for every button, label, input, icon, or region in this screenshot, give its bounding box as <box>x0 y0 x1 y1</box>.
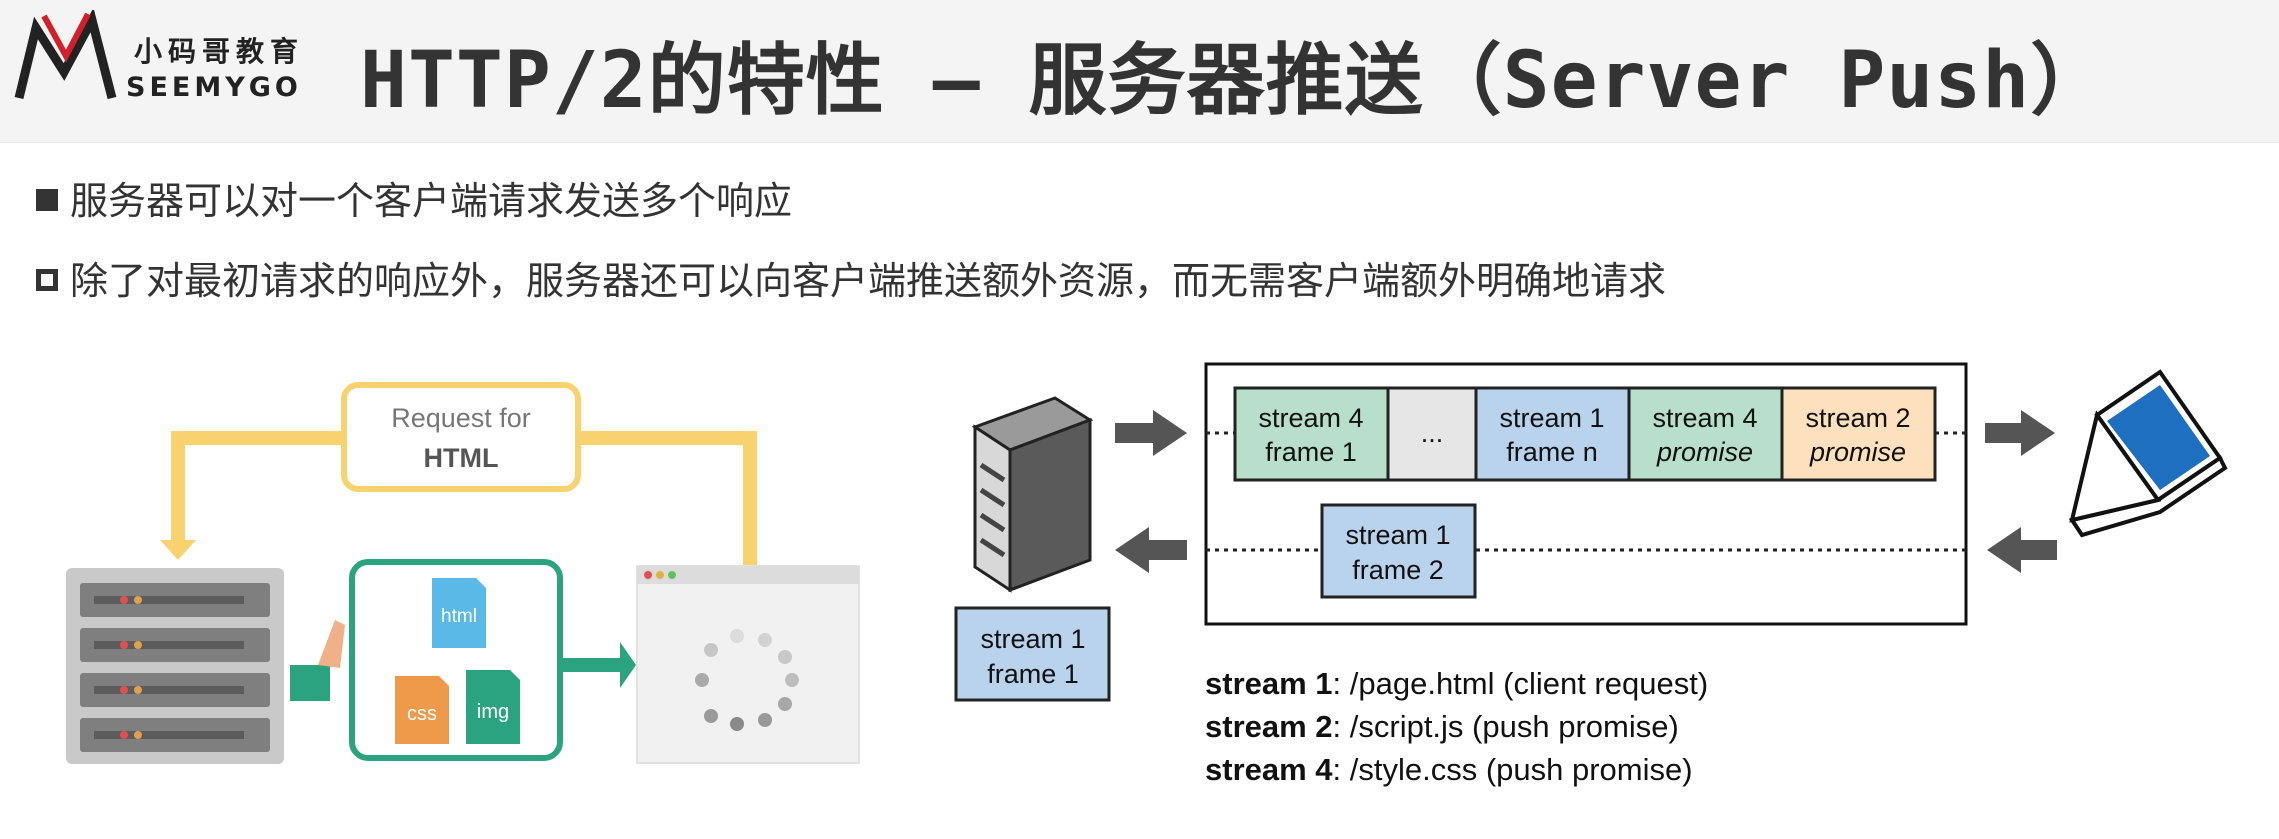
legend-label: stream 4 <box>1205 752 1333 787</box>
server-tower-icon <box>971 396 1094 593</box>
legend-desc: : /page.html (client request) <box>1332 666 1709 701</box>
legend-label: stream 1 <box>1205 666 1333 701</box>
right-diagram: stream 1 frame 1 stream 4 frame 1 ... st… <box>954 362 2228 702</box>
inbound-arrow-left <box>1115 527 1187 573</box>
frame-label: ... <box>1421 418 1444 448</box>
frame-label: stream 2 <box>1805 403 1910 433</box>
frame-label: frame n <box>1506 437 1598 467</box>
legend-item-stream4: stream 4: /style.css (push promise) <box>1205 752 1693 788</box>
frame-label: stream 4 <box>1258 403 1363 433</box>
outbound-arrow-right <box>1985 410 2055 456</box>
legend-item-stream1: stream 1: /page.html (client request) <box>1205 666 1708 702</box>
frame-label: stream 1 <box>1345 520 1450 550</box>
legend-label: stream 2 <box>1205 709 1333 744</box>
frame-label: stream 1 <box>1499 403 1604 433</box>
frame-label: promise <box>1809 437 1906 467</box>
frame-label: frame 2 <box>1352 555 1444 585</box>
server-frame-line1: stream 1 <box>980 624 1085 654</box>
laptop-icon <box>2068 369 2228 538</box>
legend-desc: : /style.css (push promise) <box>1332 752 1693 787</box>
frame-label: stream 4 <box>1652 403 1757 433</box>
frame-label: frame 1 <box>1265 437 1357 467</box>
frame-label: promise <box>1656 437 1753 467</box>
server-frame-line2: frame 1 <box>987 659 1079 689</box>
outbound-arrow-left <box>1115 410 1187 456</box>
inbound-arrow-right <box>1987 527 2057 573</box>
legend-desc: : /script.js (push promise) <box>1332 709 1679 744</box>
legend-item-stream2: stream 2: /script.js (push promise) <box>1205 709 1679 745</box>
